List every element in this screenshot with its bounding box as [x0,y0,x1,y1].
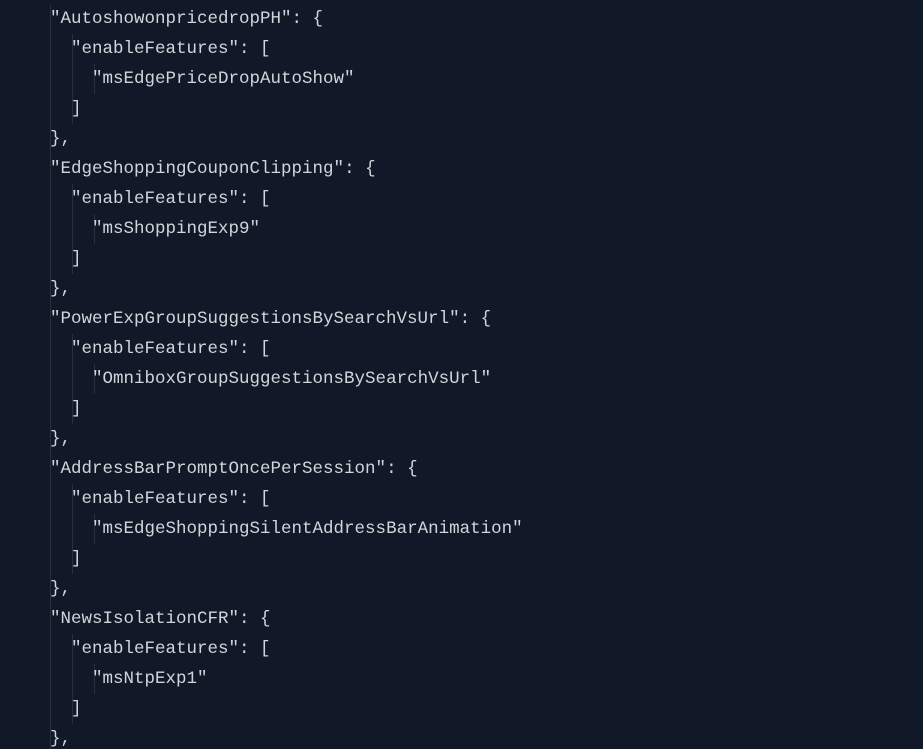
code-line: "AutoshowonpricedropPH": { [0,4,923,34]
code-line: "msEdgePriceDropAutoShow" [0,64,923,94]
code-line: "msShoppingExp9" [0,214,923,244]
code-text [50,39,71,59]
code-line: ] [0,94,923,124]
punct: : [ [239,189,271,209]
punct: : [ [239,639,271,659]
code-line: "AddressBarPromptOncePerSession": { [0,454,923,484]
json-key: "AutoshowonpricedropPH" [50,9,292,29]
json-string: "OmniboxGroupSuggestionsBySearchVsUrl" [92,369,491,389]
code-line: "OmniboxGroupSuggestionsBySearchVsUrl" [0,364,923,394]
json-string: "msEdgeShoppingSilentAddressBarAnimation… [92,519,523,539]
code-line: "NewsIsolationCFR": { [0,604,923,634]
punct: }, [50,279,71,299]
punct: : { [386,459,418,479]
code-text [50,69,92,89]
code-line: ] [0,544,923,574]
code-text [50,99,71,119]
punct: }, [50,129,71,149]
code-line: ] [0,394,923,424]
code-text [50,339,71,359]
punct: : { [344,159,376,179]
code-line: ] [0,244,923,274]
code-line: ] [0,694,923,724]
code-text [50,669,92,689]
code-line: }, [0,274,923,304]
json-key: "AddressBarPromptOncePerSession" [50,459,386,479]
json-string: "msShoppingExp9" [92,219,260,239]
code-block: "AutoshowonpricedropPH": { "enableFeatur… [0,0,923,749]
code-line: "EdgeShoppingCouponClipping": { [0,154,923,184]
code-text [50,399,71,419]
punct: }, [50,429,71,449]
code-text [50,549,71,569]
punct: : [ [239,39,271,59]
code-text [50,219,92,239]
punct: }, [50,579,71,599]
code-text [50,369,92,389]
code-text [50,519,92,539]
code-text [50,189,71,209]
punct: : { [239,609,271,629]
code-line: }, [0,724,923,749]
punct: : [ [239,489,271,509]
code-line: "enableFeatures": [ [0,334,923,364]
code-line: "PowerExpGroupSuggestionsBySearchVsUrl":… [0,304,923,334]
json-key: "enableFeatures" [71,39,239,59]
json-string: "msNtpExp1" [92,669,208,689]
punct: : { [460,309,492,329]
json-key: "enableFeatures" [71,639,239,659]
code-text [50,249,71,269]
code-line: "enableFeatures": [ [0,34,923,64]
json-string: "msEdgePriceDropAutoShow" [92,69,355,89]
code-line: }, [0,424,923,454]
code-text [50,639,71,659]
punct: : { [292,9,324,29]
code-text [50,699,71,719]
code-line: }, [0,124,923,154]
json-key: "enableFeatures" [71,189,239,209]
punct: }, [50,729,71,749]
code-line: "msEdgeShoppingSilentAddressBarAnimation… [0,514,923,544]
code-line: }, [0,574,923,604]
code-text [50,489,71,509]
json-key: "NewsIsolationCFR" [50,609,239,629]
json-key: "PowerExpGroupSuggestionsBySearchVsUrl" [50,309,460,329]
code-line: "enableFeatures": [ [0,634,923,664]
json-key: "enableFeatures" [71,339,239,359]
json-key: "enableFeatures" [71,489,239,509]
code-line: "enableFeatures": [ [0,184,923,214]
json-key: "EdgeShoppingCouponClipping" [50,159,344,179]
code-line: "enableFeatures": [ [0,484,923,514]
punct: : [ [239,339,271,359]
code-line: "msNtpExp1" [0,664,923,694]
